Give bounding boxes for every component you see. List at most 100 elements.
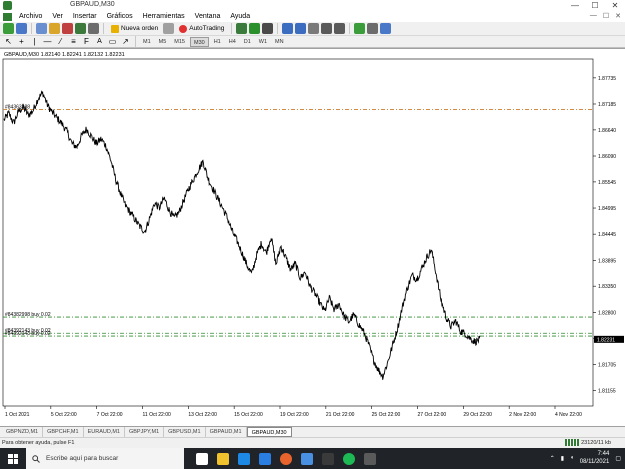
chevron-up-icon[interactable]: ⌃ (550, 455, 555, 462)
clock-date: 08/11/2021 (579, 459, 610, 465)
y-tick-label: 1.85545 (598, 180, 616, 186)
start-button[interactable] (0, 448, 26, 469)
navigator-icon[interactable] (62, 23, 73, 34)
zoom-in-icon[interactable] (282, 23, 294, 34)
metaeditor-icon[interactable] (163, 23, 175, 34)
trendline-icon[interactable]: ⁄ (55, 36, 66, 47)
toolbar-separator (277, 23, 279, 34)
profiles-icon[interactable] (16, 23, 27, 34)
spotify-icon[interactable] (343, 452, 355, 465)
strategy-tester-icon[interactable] (88, 23, 99, 34)
y-tick-label: 1.81705 (598, 362, 616, 368)
autotrading-button[interactable]: AutoTrading (176, 23, 227, 35)
toolbar-separator (135, 36, 136, 47)
notifications-icon[interactable]: ▢ (615, 455, 621, 462)
app-icon-extra[interactable] (364, 452, 376, 465)
templates-icon[interactable] (380, 23, 392, 34)
x-tick-label: 25 Oct 22:00 (372, 412, 401, 418)
timeframe-w1[interactable]: W1 (256, 37, 270, 47)
bar-chart-icon[interactable] (236, 23, 248, 34)
x-tick-label: 1 Oct 2021 (5, 412, 30, 418)
taskbar-search[interactable]: Escribe aquí para buscar (26, 448, 184, 469)
chart-minimize-button[interactable]: — (590, 12, 597, 20)
chart-tab-euraud-m1[interactable]: EURAUD,M1 (84, 427, 125, 437)
timeframe-m30[interactable]: M30 (189, 36, 209, 47)
chart-tab-gbpaud-m30[interactable]: GBPAUD,M30 (246, 427, 292, 437)
x-tick-label: 29 Oct 22:00 (463, 412, 492, 418)
indicators-icon[interactable] (354, 23, 366, 34)
menu-ventana[interactable]: Ventana (190, 13, 226, 20)
y-tick-label: 1.86090 (598, 154, 616, 160)
channel-icon[interactable]: ≡ (68, 36, 79, 47)
label-icon[interactable]: ▭ (107, 36, 118, 47)
chart-window-controls: — ☐ ✕ (590, 12, 621, 20)
firefox-icon[interactable] (280, 452, 292, 465)
chart-area[interactable]: 1.87735 1.87185 1.86640 1.86090 1.85545 1.849… (0, 48, 625, 426)
menu-ver[interactable]: Ver (47, 13, 68, 20)
chart-close-button[interactable]: ✕ (615, 12, 621, 20)
timeframe-d1[interactable]: D1 (241, 37, 254, 47)
window-controls: — ☐ ✕ (565, 0, 625, 11)
tile-windows-icon[interactable] (308, 23, 320, 34)
text-icon[interactable]: A (94, 36, 105, 47)
status-help-text: Para obtener ayuda, pulse F1 (2, 440, 75, 446)
store-icon[interactable] (301, 452, 313, 465)
price-chart[interactable]: 1.87735 1.87185 1.86640 1.86090 1.85545 1.849… (0, 49, 625, 427)
candlestick-icon[interactable] (249, 23, 261, 34)
data-window-icon[interactable] (49, 23, 60, 34)
connection-bars-icon (565, 439, 580, 446)
vertical-line-icon[interactable]: | (29, 36, 40, 47)
chart-shift-icon[interactable] (321, 23, 333, 34)
menu-herramientas[interactable]: Herramientas (138, 13, 190, 20)
line-chart-icon[interactable] (262, 23, 274, 34)
chart-tab-gbpnzd-m1[interactable]: GBPNZD,M1 (2, 427, 44, 437)
chart-tab-gbpaud-m1[interactable]: GBPAUD,M1 (206, 427, 247, 437)
network-icon[interactable]: ▮ (561, 455, 564, 462)
chart-tab-gbpchf-m1[interactable]: GBPCHF,M1 (43, 427, 84, 437)
fibonacci-icon[interactable]: F (81, 36, 92, 47)
minimize-button[interactable]: — (565, 0, 585, 11)
new-chart-icon[interactable] (3, 23, 14, 34)
windows-logo-icon (8, 453, 18, 464)
horizontal-line-icon[interactable]: — (42, 36, 53, 47)
new-order-button[interactable]: Nueva orden (108, 23, 161, 35)
timeframe-m1[interactable]: M1 (140, 37, 154, 47)
task-view-icon[interactable] (196, 452, 208, 465)
chart-tab-gbpusd-m1[interactable]: GBPUSD,M1 (164, 427, 206, 437)
close-button[interactable]: ✕ (605, 0, 625, 11)
timeframe-m15[interactable]: M15 (171, 37, 188, 47)
chart-tabs: GBPNZD,M1 GBPCHF,M1 EURAUD,M1 GBPJPY,M1 … (0, 426, 625, 437)
menu-archivo[interactable]: Archivo (14, 13, 47, 20)
autotrading-icon (179, 24, 188, 33)
terminal-icon[interactable] (75, 23, 86, 34)
zoom-out-icon[interactable] (295, 23, 307, 34)
timeframe-h4[interactable]: H4 (226, 37, 239, 47)
periods-icon[interactable] (367, 23, 379, 34)
toolbar-separator (103, 23, 104, 34)
autoscroll-icon[interactable] (334, 23, 346, 34)
timeframe-h1[interactable]: H1 (211, 37, 224, 47)
x-tick-label: 15 Oct 22:00 (234, 412, 263, 418)
plot-frame (2, 58, 594, 407)
menu-ayuda[interactable]: Ayuda (225, 13, 255, 20)
menu-insertar[interactable]: Insertar (68, 13, 102, 20)
metatrader-icon[interactable] (322, 452, 334, 465)
timeframe-mn[interactable]: MN (272, 37, 287, 47)
chart-tab-gbpjpy-m1[interactable]: GBPJPY,M1 (125, 427, 165, 437)
cursor-icon[interactable]: ↖ (3, 36, 14, 47)
x-tick-label: 4 Nov 22:00 (555, 412, 582, 418)
arrow-icon[interactable]: ↗ (120, 36, 131, 47)
market-watch-icon[interactable] (36, 23, 47, 34)
maximize-button[interactable]: ☐ (585, 0, 605, 11)
menu-graficos[interactable]: Gráficos (102, 13, 138, 20)
drawing-toolbar: ↖ + | — ⁄ ≡ F A ▭ ↗ M1 M5 M15 M30 H1 H4 … (0, 36, 625, 48)
clock[interactable]: 7:44 08/11/2021 (580, 450, 610, 466)
system-tray: ⌃ ▮ ◖ 7:44 08/11/2021 ▢ (550, 450, 621, 466)
volume-icon[interactable]: ◖ (570, 455, 574, 461)
edge-icon[interactable] (238, 452, 250, 465)
crosshair-icon[interactable]: + (16, 36, 27, 47)
mail-icon[interactable] (259, 452, 271, 465)
file-explorer-icon[interactable] (217, 452, 229, 465)
chart-restore-button[interactable]: ☐ (603, 12, 609, 20)
timeframe-m5[interactable]: M5 (156, 37, 170, 47)
